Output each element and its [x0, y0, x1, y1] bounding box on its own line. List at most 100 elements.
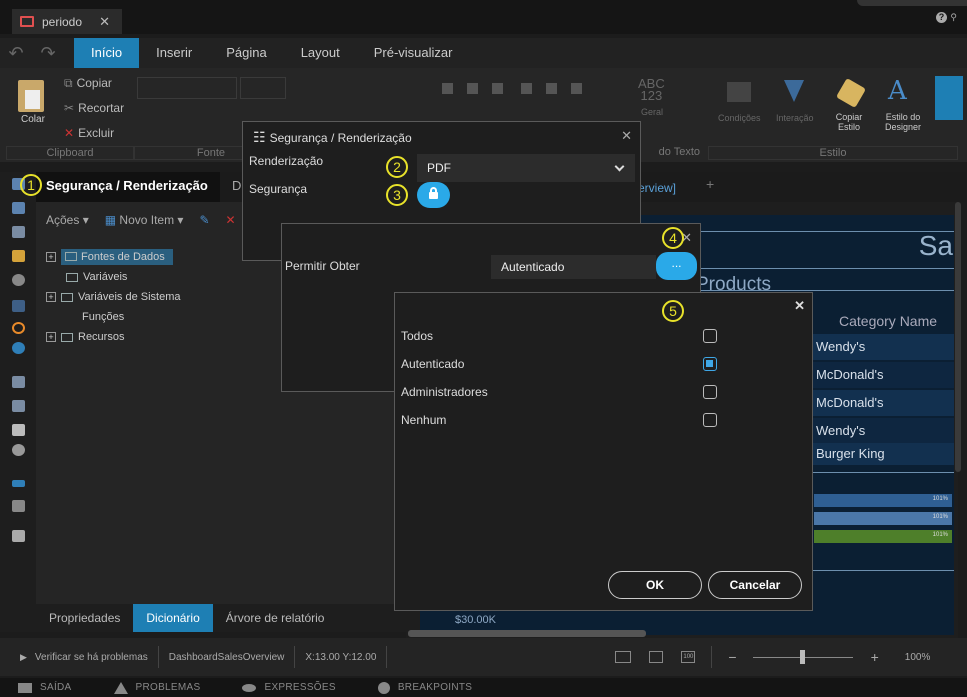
- filter-icon[interactable]: [12, 500, 25, 512]
- pin-icon[interactable]: ⚲: [950, 12, 957, 23]
- check-problems-button[interactable]: Verificar se há problemas: [35, 652, 148, 663]
- remove-icon[interactable]: ✕: [226, 213, 236, 227]
- cut-button[interactable]: ✂ Recortar: [64, 101, 124, 115]
- fit-width-icon[interactable]: [615, 651, 632, 663]
- gauge-icon[interactable]: [12, 274, 25, 286]
- undo-icon[interactable]: ↶: [0, 43, 32, 64]
- role-checkbox[interactable]: [703, 385, 717, 399]
- tree-item-variables[interactable]: Variáveis: [66, 268, 127, 286]
- role-option-autenticado[interactable]: Autenticado: [401, 354, 721, 374]
- tree-item-system-variables[interactable]: + Variáveis de Sistema: [46, 288, 181, 306]
- style-gallery[interactable]: [935, 76, 963, 120]
- button-element-icon[interactable]: [12, 480, 25, 487]
- category-cell: McDonald's: [812, 390, 954, 416]
- close-tab-icon[interactable]: ✕: [99, 14, 110, 30]
- designer-style-button[interactable]: Estilo do Designer: [878, 112, 928, 132]
- redo-icon[interactable]: ↷: [32, 43, 64, 64]
- tab-properties[interactable]: Propriedades: [36, 604, 133, 632]
- align-center-icon[interactable]: [467, 83, 478, 94]
- align-middle-icon[interactable]: [546, 83, 557, 94]
- annotation-marker-1: 1: [20, 174, 42, 196]
- panel-icon[interactable]: [12, 444, 25, 456]
- paste-button-label[interactable]: Colar: [21, 114, 45, 125]
- tab-dictionary[interactable]: Dicionário: [133, 604, 213, 632]
- image-icon[interactable]: [12, 376, 25, 388]
- rendering-select[interactable]: PDF: [417, 154, 635, 182]
- breakpoints-tab[interactable]: BREAKPOINTS: [377, 681, 472, 694]
- zoom-in-icon[interactable]: +: [871, 649, 879, 665]
- tab-inserir[interactable]: Inserir: [139, 38, 209, 68]
- tools-icon[interactable]: [12, 530, 25, 542]
- actual-size-icon[interactable]: 100: [681, 651, 696, 663]
- role-option-administradores[interactable]: Administradores: [401, 382, 721, 402]
- tab-report-tree[interactable]: Árvore de relatório: [213, 604, 338, 632]
- progress-icon[interactable]: [12, 322, 25, 334]
- tab-dashboard[interactable]: D: [232, 178, 241, 193]
- close-icon[interactable]: ✕: [621, 128, 632, 144]
- indicator-icon[interactable]: [12, 300, 25, 312]
- tab-layout[interactable]: Layout: [284, 38, 357, 68]
- chart-icon[interactable]: [12, 250, 25, 262]
- security-lock-button[interactable]: [417, 182, 450, 208]
- allow-get-value[interactable]: Autenticado: [491, 255, 656, 279]
- tree-item-resources[interactable]: + Recursos: [46, 328, 124, 346]
- zoom-slider-thumb[interactable]: [799, 649, 805, 664]
- tree-item-functions[interactable]: Funções: [82, 308, 124, 326]
- add-page-icon[interactable]: +: [706, 176, 714, 192]
- role-checkbox[interactable]: [703, 329, 717, 343]
- report-icon[interactable]: [12, 226, 25, 238]
- text-icon[interactable]: [12, 400, 25, 412]
- problems-tab[interactable]: PROBLEMAS: [113, 681, 201, 694]
- help-icon[interactable]: ?: [936, 12, 947, 23]
- tab-seguranca-renderizacao[interactable]: Segurança / Renderização: [36, 172, 220, 202]
- fit-height-icon[interactable]: [649, 651, 664, 663]
- paste-icon[interactable]: [18, 80, 44, 112]
- role-option-todos[interactable]: Todos: [401, 326, 721, 346]
- copy-label: Copiar: [76, 76, 112, 90]
- align-top-icon[interactable]: [521, 83, 532, 94]
- shape-icon[interactable]: [12, 424, 25, 436]
- tree-item-data-sources[interactable]: + Fontes de Dados: [46, 248, 173, 266]
- role-option-nenhum[interactable]: Nenhum: [401, 410, 721, 430]
- designer-style-icon[interactable]: A: [888, 76, 907, 106]
- output-tab[interactable]: SAÍDA: [18, 682, 72, 693]
- role-checkbox[interactable]: [703, 413, 717, 427]
- document-tab[interactable]: periodo ✕: [12, 9, 122, 34]
- font-name-select[interactable]: [137, 77, 237, 99]
- new-item-button[interactable]: ▦ Novo Item ▾: [105, 213, 184, 227]
- ok-button[interactable]: OK: [608, 571, 702, 599]
- font-size-select[interactable]: [240, 77, 286, 99]
- close-icon[interactable]: ✕: [794, 298, 805, 314]
- vertical-scrollbar[interactable]: [955, 202, 961, 472]
- edit-icon[interactable]: ✎: [199, 213, 209, 227]
- align-right-icon[interactable]: [492, 83, 503, 94]
- copy-style-button[interactable]: Copiar Estilo: [830, 112, 868, 132]
- new-item-icon: ▦: [104, 213, 117, 227]
- zoom-level: 100%: [904, 651, 931, 663]
- play-icon[interactable]: ▶: [20, 652, 27, 663]
- tab-pagina[interactable]: Página: [209, 38, 283, 68]
- role-checkbox[interactable]: [703, 357, 717, 371]
- align-left-icon[interactable]: [442, 83, 453, 94]
- browse-roles-button[interactable]: ...: [656, 252, 697, 280]
- actions-menu[interactable]: Ações ▾: [46, 213, 89, 227]
- tab-inicio[interactable]: Início: [74, 38, 140, 68]
- expand-icon[interactable]: +: [46, 252, 56, 262]
- copy-button[interactable]: ⧉ Copiar: [64, 76, 112, 91]
- align-bottom-icon[interactable]: [571, 83, 582, 94]
- tab-pre-visualizar[interactable]: Pré-visualizar: [357, 38, 470, 68]
- horizontal-scrollbar[interactable]: [408, 630, 646, 637]
- table-icon[interactable]: [12, 202, 25, 214]
- zoom-slider[interactable]: [752, 649, 853, 664]
- format-abc-icon[interactable]: ABC 123: [638, 77, 665, 102]
- cancel-button[interactable]: Cancelar: [708, 571, 802, 599]
- expand-icon[interactable]: +: [46, 292, 56, 302]
- monitor-icon: [20, 16, 34, 27]
- map-icon[interactable]: [12, 342, 25, 354]
- zoom-out-icon[interactable]: −: [728, 649, 736, 665]
- conditions-icon[interactable]: [727, 82, 751, 102]
- expand-icon[interactable]: +: [46, 332, 56, 342]
- delete-button[interactable]: ✕ Excluir: [64, 126, 114, 140]
- expressions-tab[interactable]: EXPRESSÕES: [242, 682, 336, 693]
- interaction-icon[interactable]: [784, 80, 804, 102]
